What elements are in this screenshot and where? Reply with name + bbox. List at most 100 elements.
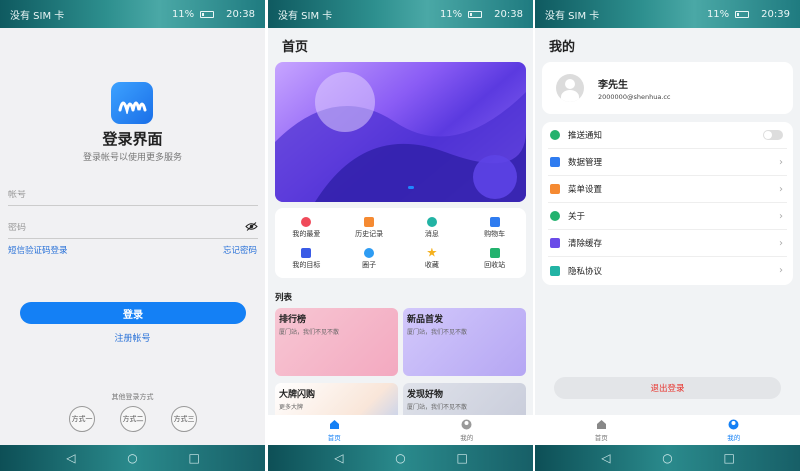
grid-item-messages[interactable]: 消息 — [401, 212, 464, 243]
menu-item-push-notifications: 推送通知 — [548, 122, 787, 149]
status-bar: 没有 SIM 卡 11% 20:38 — [0, 0, 265, 28]
grid-item-history[interactable]: 历史记录 — [338, 212, 401, 243]
password-input[interactable] — [8, 222, 208, 233]
recent-apps-icon[interactable]: □ — [719, 451, 739, 465]
back-icon[interactable]: ◁ — [596, 451, 616, 465]
grid-item-recycle[interactable]: 回收站 — [463, 243, 526, 274]
carousel-indicator[interactable] — [408, 186, 414, 189]
grid-item-cart[interactable]: 购物车 — [463, 212, 526, 243]
home-tab-icon — [329, 419, 339, 429]
profile-screen: 没有 SIM 卡 11% 20:39 我的 李先生 2000000@shenhu… — [535, 0, 800, 471]
tab-home[interactable]: 首页 — [595, 419, 608, 442]
grid-item-circle[interactable]: 圈子 — [338, 243, 401, 274]
push-toggle[interactable] — [763, 130, 783, 140]
bottom-tab-bar: 首页 我的 — [268, 415, 533, 445]
grid-item-favorites[interactable]: 我的最爱 — [275, 212, 338, 243]
menu-item-about[interactable]: 关于 › — [548, 203, 787, 230]
status-bar: 没有 SIM 卡 11% 20:39 — [535, 0, 800, 28]
tab-mine[interactable]: 我的 — [460, 419, 473, 442]
battery-percent: 11% — [706, 8, 730, 20]
back-icon[interactable]: ◁ — [61, 451, 81, 465]
forgot-password-link[interactable]: 忘记密码 — [223, 244, 257, 256]
page-title: 首页 — [282, 40, 309, 55]
avatar — [556, 74, 584, 102]
clock: 20:38 — [494, 8, 523, 20]
menu-item-menu-settings[interactable]: 菜单设置 › — [548, 176, 787, 203]
page-title: 登录界面 — [102, 130, 163, 148]
banner-carousel[interactable] — [275, 62, 526, 202]
logout-button[interactable]: 退出登录 — [554, 377, 781, 399]
menu-item-privacy[interactable]: 隐私协议 › — [548, 257, 787, 284]
user-name: 李先生 — [598, 79, 628, 91]
card-new-arrivals[interactable]: 新品首发 厦门站，我们不见不散 — [403, 308, 526, 376]
back-icon[interactable]: ◁ — [329, 451, 349, 465]
database-icon — [550, 157, 560, 167]
grid-item-goals[interactable]: 我的目标 — [275, 243, 338, 274]
sms-login-link[interactable]: 短信验证码登录 — [8, 244, 68, 256]
app-logo-icon — [111, 82, 153, 124]
user-tab-icon — [461, 419, 472, 429]
page-subtitle: 登录帐号以使用更多服务 — [82, 153, 182, 163]
chevron-right-icon: › — [779, 265, 783, 276]
login-method-3-button[interactable]: 方式三 — [171, 406, 197, 432]
message-icon — [426, 216, 437, 227]
account-input[interactable] — [8, 189, 208, 200]
battery-icon — [468, 10, 483, 18]
menu-item-clear-cache[interactable]: 清除缓存 › — [548, 230, 787, 257]
history-icon — [364, 216, 375, 227]
chevron-right-icon: › — [779, 156, 783, 168]
login-method-2-button[interactable]: 方式二 — [120, 406, 146, 432]
system-nav-bar: ◁ ○ □ — [535, 445, 800, 471]
cart-icon — [489, 216, 500, 227]
home-screen: 没有 SIM 卡 11% 20:38 首页 我的最爱 历史记录 消息 购物车 我… — [268, 0, 533, 471]
card-ranking[interactable]: 排行榜 厦门站，我们不见不散 — [275, 308, 398, 376]
system-nav-bar: ◁ ○ □ — [268, 445, 533, 471]
login-screen: 没有 SIM 卡 11% 20:38 登录界面 登录帐号以使用更多服务 短信验证… — [0, 0, 265, 471]
target-icon — [301, 247, 312, 258]
user-tab-icon — [728, 419, 739, 429]
star-icon — [427, 247, 437, 257]
tab-home[interactable]: 首页 — [328, 419, 341, 442]
chat-icon — [550, 130, 560, 140]
menu-item-data-management[interactable]: 数据管理 › — [548, 149, 787, 176]
status-bar: 没有 SIM 卡 11% 20:38 — [268, 0, 533, 28]
other-methods-title: 其他登录方式 — [111, 393, 154, 401]
chevron-right-icon: › — [779, 183, 783, 195]
tab-mine[interactable]: 我的 — [727, 419, 740, 442]
home-icon[interactable]: ○ — [122, 451, 142, 465]
battery-percent: 11% — [171, 8, 195, 20]
three-phone-screens: 没有 SIM 卡 11% 20:38 登录界面 登录帐号以使用更多服务 短信验证… — [0, 0, 800, 471]
login-button[interactable]: 登录 — [20, 302, 246, 324]
chevron-right-icon: › — [779, 237, 783, 249]
recycle-icon — [489, 247, 500, 258]
grid-item-collection[interactable]: 收藏 — [401, 243, 464, 274]
battery-icon — [735, 10, 750, 18]
shortcut-grid: 我的最爱 历史记录 消息 购物车 我的目标 圈子 收藏 回收站 — [275, 208, 526, 278]
profile-card[interactable]: 李先生 2000000@shenhua.cc — [542, 62, 793, 114]
settings-menu: 推送通知 数据管理 › 菜单设置 › 关于 › 清除缓存 › 隐私协议 › — [542, 122, 793, 285]
password-field — [8, 217, 258, 239]
bottom-tab-bar: 首页 我的 — [535, 415, 800, 445]
chevron-right-icon: › — [779, 210, 783, 222]
eye-icon[interactable] — [245, 221, 258, 234]
account-field — [8, 184, 258, 206]
banner-image — [275, 72, 526, 202]
clock: 20:38 — [226, 8, 255, 20]
battery-icon — [200, 10, 215, 18]
system-nav-bar: ◁ ○ □ — [0, 445, 265, 471]
info-icon — [550, 211, 560, 221]
menu-grid-icon — [550, 184, 560, 194]
group-icon — [364, 247, 375, 258]
home-icon[interactable]: ○ — [390, 451, 410, 465]
recent-apps-icon[interactable]: □ — [184, 451, 204, 465]
clock: 20:39 — [761, 8, 790, 20]
recent-apps-icon[interactable]: □ — [452, 451, 472, 465]
battery-percent: 11% — [439, 8, 463, 20]
home-icon[interactable]: ○ — [657, 451, 677, 465]
page-title: 我的 — [549, 40, 576, 55]
heart-icon — [301, 216, 312, 227]
carrier-text: 没有 SIM 卡 — [545, 10, 600, 22]
shield-icon — [550, 265, 560, 276]
login-method-1-button[interactable]: 方式一 — [69, 406, 95, 432]
register-link[interactable]: 注册帐号 — [0, 331, 265, 344]
